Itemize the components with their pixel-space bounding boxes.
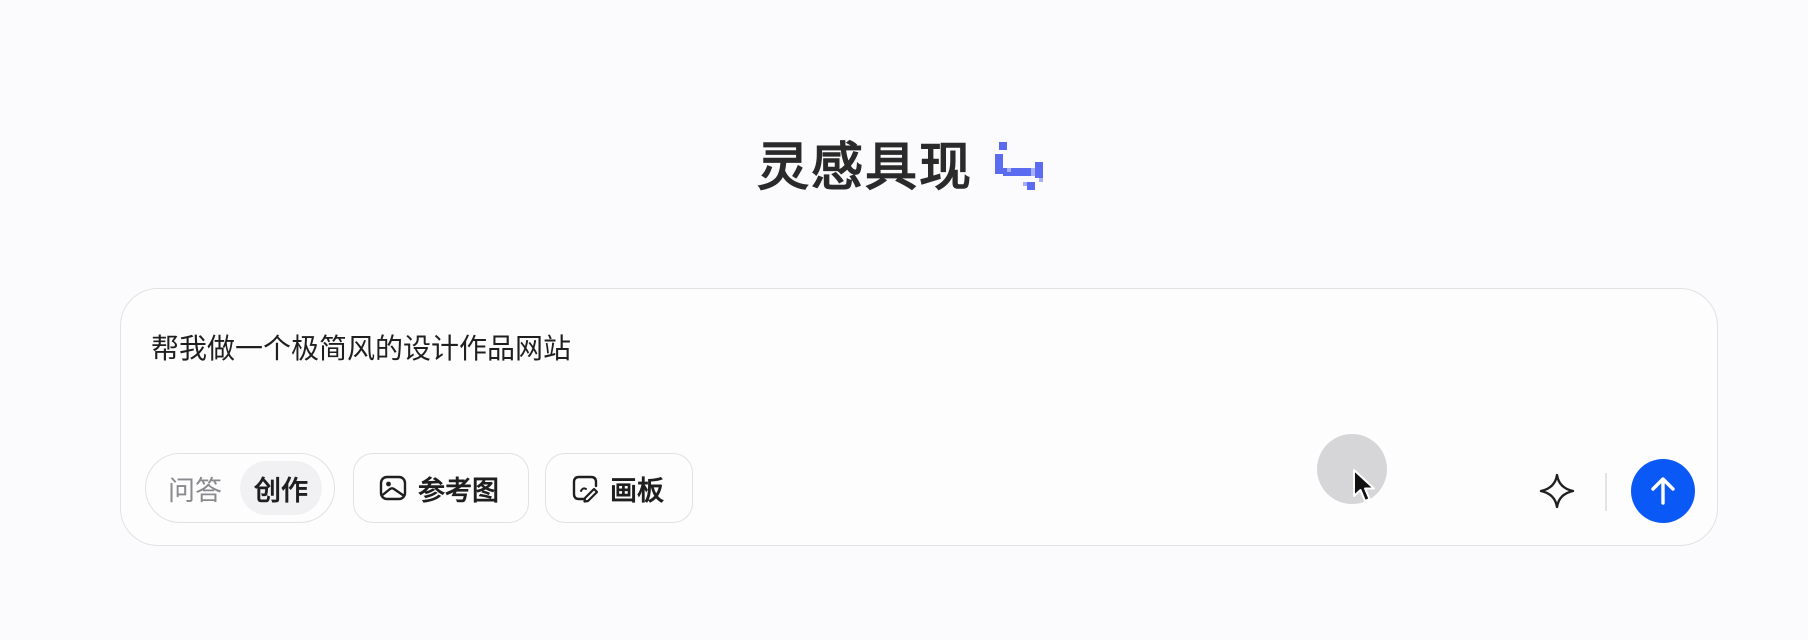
prompt-composer: 问答 创作 参考图 画板 xyxy=(120,288,1718,546)
mode-option-create[interactable]: 创作 xyxy=(240,461,322,515)
prompt-input[interactable] xyxy=(151,327,1551,367)
reference-image-button[interactable]: 参考图 xyxy=(353,453,529,523)
page-title: 灵感具现 xyxy=(756,138,973,198)
toolbar-divider xyxy=(1605,473,1607,511)
mode-option-qa[interactable]: 问答 xyxy=(154,461,236,515)
canvas-button[interactable]: 画板 xyxy=(545,453,693,523)
arrow-up-icon xyxy=(1651,477,1675,505)
canvas-pen-icon xyxy=(572,475,599,503)
page: 灵感具现 问答 创作 xyxy=(0,0,1808,640)
pixel-logo-icon xyxy=(995,142,1043,190)
reference-image-label: 参考图 xyxy=(418,475,499,507)
sparkle-button[interactable] xyxy=(1531,465,1583,517)
header: 灵感具现 xyxy=(0,128,1808,208)
image-icon xyxy=(379,475,407,501)
sparkle-icon xyxy=(1539,473,1575,509)
mode-toggle: 问答 创作 xyxy=(145,453,335,523)
mouse-pointer-icon xyxy=(1353,469,1375,502)
canvas-label: 画板 xyxy=(610,475,664,507)
send-button[interactable] xyxy=(1631,459,1695,523)
